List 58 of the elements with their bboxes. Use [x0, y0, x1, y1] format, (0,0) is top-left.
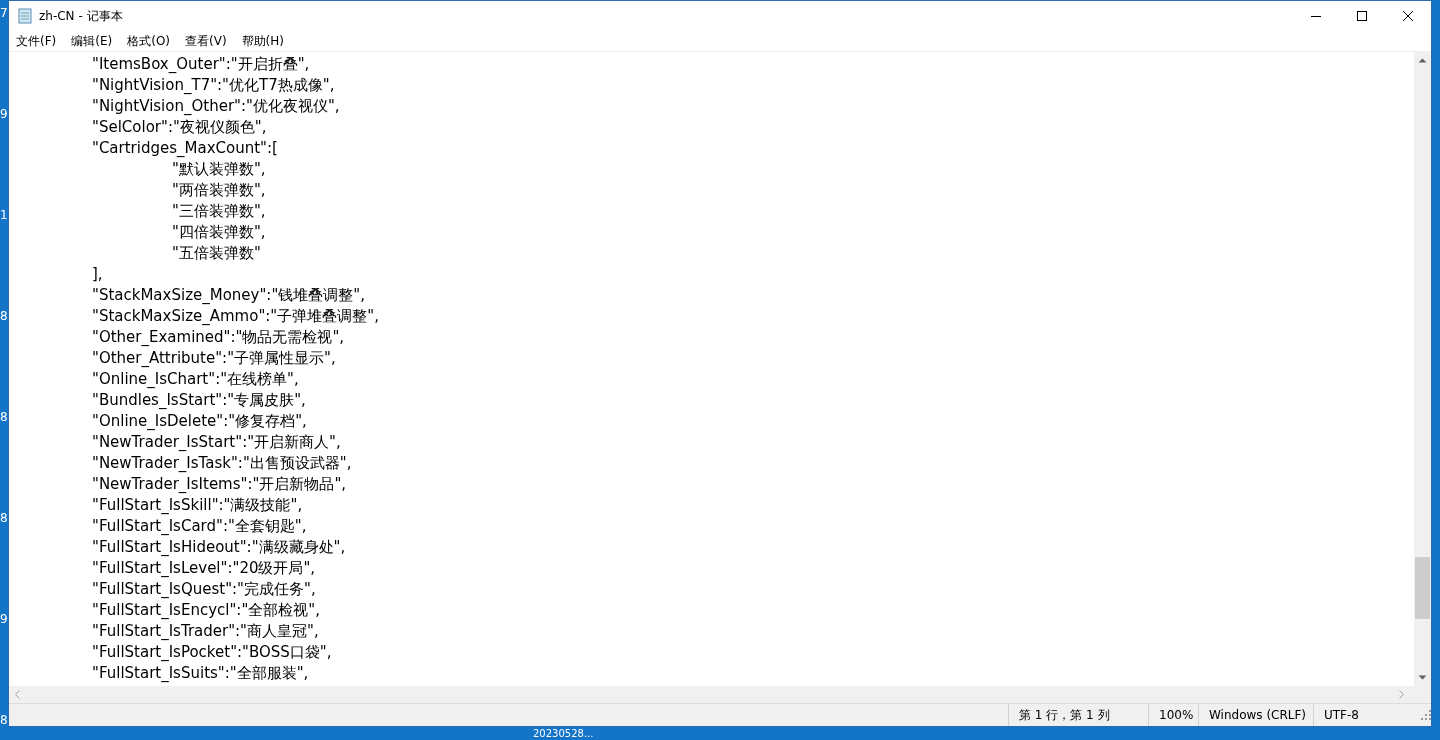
- menu-item[interactable]: 编辑(E): [70, 32, 114, 50]
- desktop-text: 9: [0, 106, 8, 123]
- text-line: "两倍装弹数",: [171, 180, 267, 201]
- text-line: "ItemsBox_Outer":"开启折叠",: [91, 54, 311, 75]
- status-text: 第 1 行，第 1 列: [1008, 704, 1148, 726]
- text-line: "Other_Attribute":"子弹属性显示",: [91, 348, 337, 369]
- status-text: 100%: [1148, 704, 1198, 726]
- text-line: "四倍装弹数",: [171, 222, 267, 243]
- scroll-down-icon[interactable]: [1418, 675, 1427, 681]
- desktop-text: 7: [0, 5, 8, 22]
- maximize-icon: [1357, 11, 1367, 21]
- text-line: "FullStart_IsEncycl":"全部检视",: [91, 600, 321, 621]
- desktop-text: 1: [0, 207, 8, 224]
- scroll-right-icon[interactable]: [1399, 690, 1405, 699]
- text-line: "FullStart_IsHideout":"满级藏身处",: [91, 537, 347, 558]
- text-line: "SelColor":"夜视仪颜色",: [91, 117, 268, 138]
- text-line: "FullStart_IsSkill":"满级技能",: [91, 495, 304, 516]
- text-line: "NewTrader_IsTask":"出售预设武器",: [91, 453, 353, 474]
- menu-item[interactable]: 查看(V): [184, 32, 228, 50]
- status-text: Windows (CRLF): [1198, 704, 1313, 726]
- text-line: "Online_IsChart":"在线榜单",: [91, 369, 300, 390]
- resize-grip-icon: [1421, 710, 1431, 720]
- text-line: ],: [91, 264, 104, 285]
- window-title: zh-CN - 记事本: [39, 7, 123, 25]
- status-text: UTF-8: [1313, 704, 1421, 726]
- desktop-text: 8: [0, 308, 8, 325]
- close-icon: [1403, 11, 1413, 21]
- menu-item[interactable]: 格式(O): [126, 32, 172, 50]
- text-line: "三倍装弹数",: [171, 201, 267, 222]
- text-line: "五倍装弹数": [171, 243, 262, 264]
- menu-item[interactable]: 文件(F): [15, 32, 58, 50]
- desktop-text: 8: [0, 510, 8, 527]
- text-line: "FullStart_IsQuest":"完成任务",: [91, 579, 317, 600]
- text-line: "FullStart_IsPocket":"BOSS口袋",: [91, 642, 333, 663]
- desktop-text: 9: [0, 611, 8, 628]
- notepad-icon: [17, 8, 33, 24]
- text-line: "StackMaxSize_Ammo":"子弹堆叠调整",: [91, 306, 380, 327]
- text-line: "默认装弹数",: [171, 159, 267, 180]
- text-line: "NightVision_T7":"优化T7热成像",: [91, 75, 336, 96]
- desktop-text: 8: [0, 409, 8, 426]
- text-line: "FullStart_IsCard":"全套钥匙",: [91, 516, 308, 537]
- text-line: "FullStart_IsTrader":"商人皇冠",: [91, 621, 320, 642]
- text-line: "Bundles_IsStart":"专属皮肤",: [91, 390, 307, 411]
- text-line: "NightVision_Other":"优化夜视仪",: [91, 96, 341, 117]
- text-line: "FullStart_IsLevel":"20级开局",: [91, 558, 317, 579]
- text-line: "NewTrader_IsStart":"开启新商人",: [91, 432, 342, 453]
- scroll-up-icon[interactable]: [1418, 57, 1427, 63]
- scrollbar-thumb[interactable]: [1415, 557, 1430, 619]
- text-line: "StackMaxSize_Money":"钱堆叠调整",: [91, 285, 366, 306]
- text-line: "Online_IsDelete":"修复存档",: [91, 411, 308, 432]
- text-line: "Other_Examined":"物品无需检视",: [91, 327, 346, 348]
- text-line: "FullStart_IsSuits":"全部服装",: [91, 663, 310, 684]
- menu-item[interactable]: 帮助(H): [240, 32, 285, 50]
- desktop-text: 8: [0, 712, 8, 729]
- desktop-icon-label[interactable]: 20230528...: [533, 728, 594, 740]
- scroll-left-icon[interactable]: [14, 690, 20, 699]
- text-line: "NewTrader_IsItems":"开启新物品",: [91, 474, 348, 495]
- text-line: "Cartridges_MaxCount":[: [91, 138, 279, 159]
